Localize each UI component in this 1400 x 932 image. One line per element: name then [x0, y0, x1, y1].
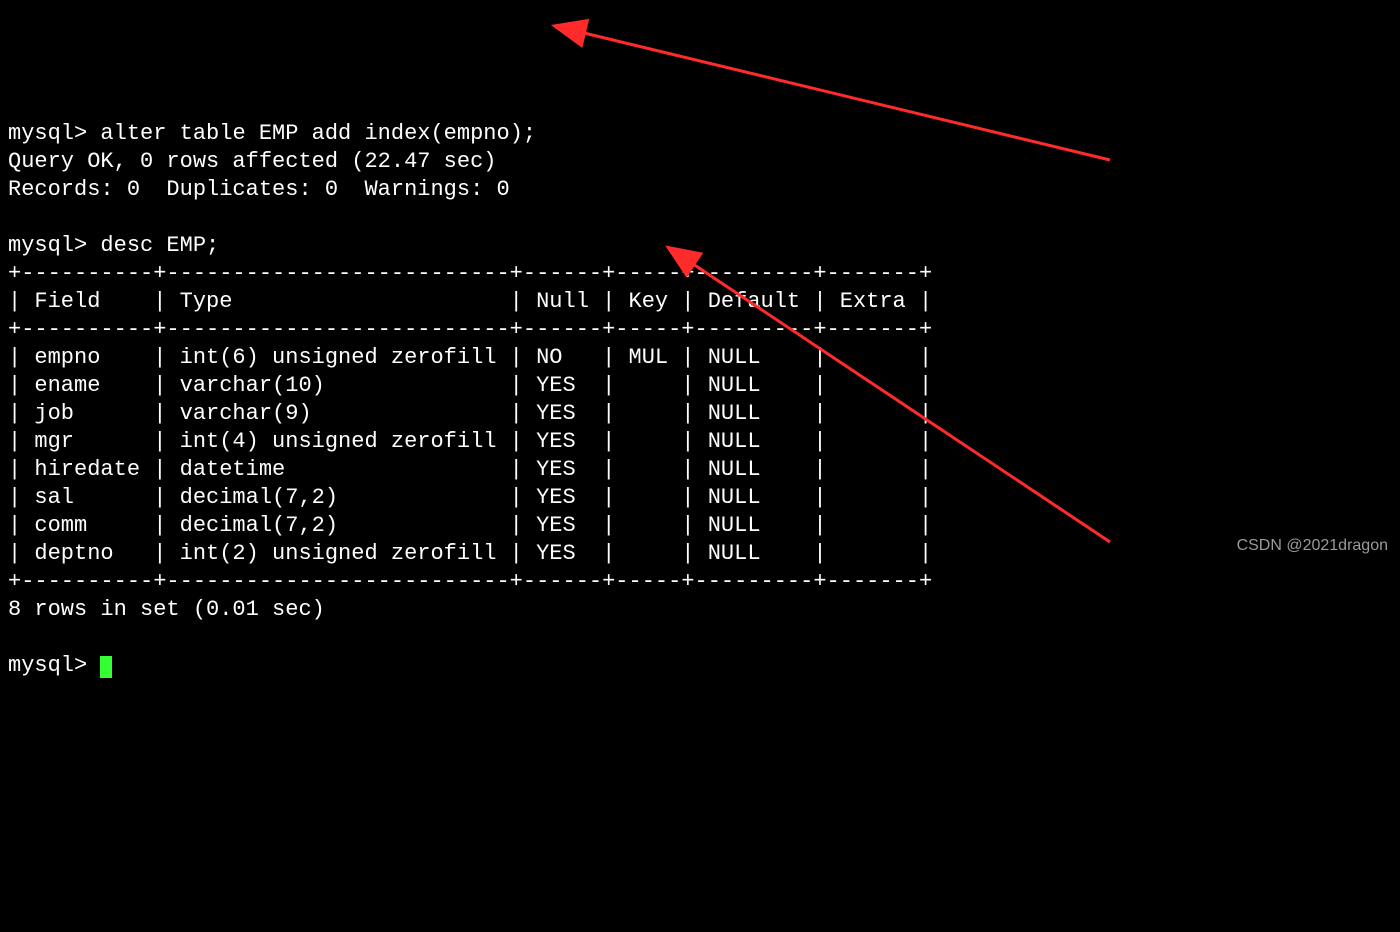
- query-ok-line: Query OK, 0 rows affected (22.47 sec): [8, 149, 496, 174]
- terminal-cursor[interactable]: [100, 656, 112, 678]
- table-border: +----------+--------------------------+-…: [8, 317, 932, 342]
- terminal-output: mysql> alter table EMP add index(empno);…: [8, 120, 1392, 680]
- table-border: +----------+--------------------------+-…: [8, 261, 932, 286]
- mysql-prompt: mysql>: [8, 233, 87, 258]
- records-line: Records: 0 Duplicates: 0 Warnings: 0: [8, 177, 510, 202]
- table-row: | hiredate | datetime | YES | | NULL | |: [8, 457, 932, 482]
- mysql-prompt: mysql>: [8, 653, 87, 678]
- table-header-row: | Field | Type | Null | Key | Default | …: [8, 289, 932, 314]
- table-row: | sal | decimal(7,2) | YES | | NULL | |: [8, 485, 932, 510]
- mysql-prompt: mysql>: [8, 121, 87, 146]
- table-row: | comm | decimal(7,2) | YES | | NULL | |: [8, 513, 932, 538]
- table-row: | empno | int(6) unsigned zerofill | NO …: [8, 345, 932, 370]
- table-row: | mgr | int(4) unsigned zerofill | YES |…: [8, 429, 932, 454]
- table-row: | ename | varchar(10) | YES | | NULL | |: [8, 373, 932, 398]
- table-row: | deptno | int(2) unsigned zerofill | YE…: [8, 541, 932, 566]
- table-row: | job | varchar(9) | YES | | NULL | |: [8, 401, 932, 426]
- watermark-text: CSDN @2021dragon: [1237, 532, 1388, 560]
- rows-in-set-line: 8 rows in set (0.01 sec): [8, 597, 325, 622]
- table-border: +----------+--------------------------+-…: [8, 569, 932, 594]
- command-desc: desc EMP;: [100, 233, 219, 258]
- command-alter-table: alter table EMP add index(empno);: [100, 121, 536, 146]
